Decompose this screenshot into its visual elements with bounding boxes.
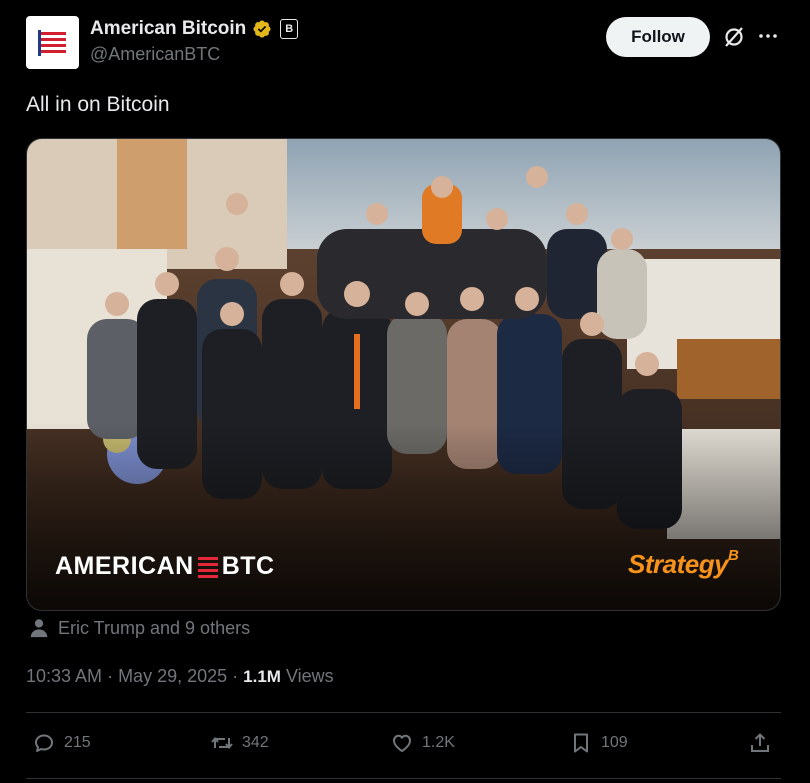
tagged-users[interactable]: Eric Trump and 9 others [28,617,250,639]
repost-count: 342 [242,734,269,751]
strategy-text: Strategy [628,549,729,579]
repost-button[interactable]: 342 [210,731,269,755]
like-button[interactable]: 1.2K [390,731,455,755]
bookmark-icon [574,733,588,753]
strategy-brand: StrategyB [628,547,739,580]
group-photo-illustration [27,139,780,610]
strategy-mark: B [728,547,739,564]
divider [26,778,781,779]
repost-icon [211,736,233,750]
brand-left-text-b: BTC [221,552,275,580]
views-label: Views [285,666,334,686]
display-name[interactable]: American Bitcoin [90,18,246,40]
avatar[interactable] [26,16,79,69]
american-btc-logo-icon [37,29,66,56]
tweet-text: All in on Bitcoin [26,93,170,116]
divider [26,712,781,713]
grok-icon[interactable] [722,25,746,49]
share-icon [751,733,769,752]
reply-button[interactable]: 215 [32,731,91,755]
tweet: American Bitcoin B @AmericanBTC Follow A… [0,0,810,783]
action-bar: 215 342 1.2K 109 [26,727,781,763]
reply-icon [35,734,53,752]
follow-button[interactable]: Follow [606,17,710,57]
tweet-time[interactable]: 10:33 AM [26,666,102,687]
verified-badge-icon[interactable] [252,19,272,39]
tweet-meta: 10:33 AM · May 29, 2025 · 1.1M Views [26,666,334,687]
more-options-icon[interactable] [757,24,779,48]
like-count: 1.2K [422,734,455,751]
media-photo[interactable]: AMERICAN BTC StrategyB [26,138,781,611]
bookmark-count: 109 [601,734,628,751]
tweet-date[interactable]: May 29, 2025 [118,666,227,687]
reply-count: 215 [64,734,91,751]
tagged-text[interactable]: Eric Trump and 9 others [58,618,250,639]
affiliate-badge[interactable]: B [280,19,299,39]
american-btc-flag-icon [197,556,218,578]
meta-separator: · [232,666,239,686]
meta-separator: · [107,666,114,686]
bookmark-button[interactable]: 109 [569,731,628,755]
handle[interactable]: @AmericanBTC [90,44,298,65]
person-icon [30,619,48,638]
american-btc-brand: AMERICAN BTC [55,552,275,581]
heart-icon [393,734,411,752]
brand-left-text-a: AMERICAN [55,552,194,580]
views-count: 1.1M [243,667,281,686]
author-block: American Bitcoin B @AmericanBTC [90,16,299,65]
share-button[interactable] [748,731,772,755]
